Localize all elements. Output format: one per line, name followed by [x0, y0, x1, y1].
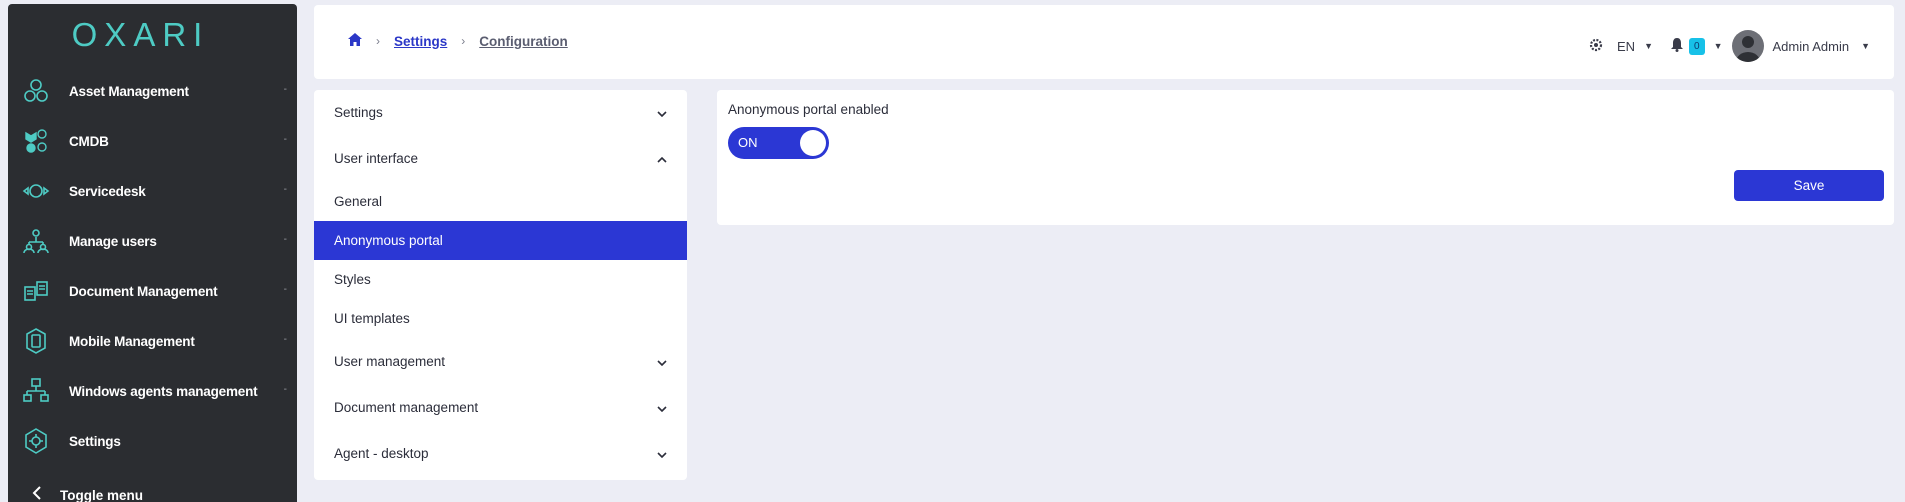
menu-group-label: Document management	[334, 399, 479, 415]
sidebar-item-label: Manage users	[69, 233, 157, 249]
language-selector[interactable]: EN	[1617, 39, 1635, 54]
breadcrumb-settings-link[interactable]: Settings	[394, 34, 447, 49]
home-icon[interactable]	[348, 33, 362, 49]
chevron-up-icon	[657, 151, 667, 166]
menu-group-user-interface[interactable]: User interface	[314, 135, 687, 182]
oxari-logo[interactable]: OXARI	[8, 4, 297, 66]
breadcrumb-configuration-link[interactable]: Configuration	[479, 34, 567, 49]
caret-down-icon[interactable]: ▼	[1644, 41, 1653, 51]
expand-indicator: -	[283, 134, 287, 145]
users-hierarchy-icon	[21, 226, 51, 256]
sidebar-item-servicedesk[interactable]: Servicedesk -	[8, 166, 297, 216]
headset-icon	[21, 176, 51, 206]
expand-indicator: -	[283, 334, 287, 345]
breadcrumb-separator: ›	[376, 34, 380, 48]
menu-item-ui-templates[interactable]: UI templates	[314, 299, 687, 338]
chevron-down-icon	[657, 446, 667, 461]
gear-hex-icon	[21, 426, 51, 456]
toggle-menu-button[interactable]: Toggle menu	[8, 482, 297, 502]
menu-group-document-management[interactable]: Document management	[314, 384, 687, 430]
menu-item-label: Styles	[334, 272, 371, 287]
sidebar-item-label: Servicedesk	[69, 183, 146, 199]
anonymous-portal-settings-panel: Anonymous portal enabled ON Save	[717, 90, 1894, 225]
toggle-state-text: ON	[738, 135, 758, 150]
sidebar-item-cmdb[interactable]: CMDB -	[8, 116, 297, 166]
save-button[interactable]: Save	[1734, 170, 1884, 201]
breadcrumb: › Settings › Configuration	[348, 33, 568, 49]
notification-count-badge[interactable]: 0	[1689, 37, 1705, 55]
sidebar-item-label: CMDB	[69, 133, 109, 149]
menu-group-label: Agent - desktop	[334, 445, 429, 461]
toggle-knob	[800, 130, 826, 156]
header-actions: EN ▼ 0 ▼ Admin Admin ▼	[1589, 30, 1870, 62]
menu-group-label: User interface	[334, 151, 419, 166]
menu-item-general[interactable]: General	[314, 182, 687, 221]
expand-indicator: -	[283, 184, 287, 195]
menu-group-user-management[interactable]: User management	[314, 338, 687, 384]
user-name[interactable]: Admin Admin	[1772, 39, 1849, 54]
top-header: › Settings › Configuration EN ▼ 0 ▼ Admi…	[314, 5, 1894, 79]
anonymous-portal-toggle[interactable]: ON	[728, 127, 829, 159]
caret-down-icon[interactable]: ▼	[1714, 41, 1723, 51]
gear-icon[interactable]	[1589, 38, 1603, 55]
expand-indicator: -	[283, 384, 287, 395]
hexagon-cluster-icon	[21, 76, 51, 106]
menu-group-settings[interactable]: Settings	[314, 90, 687, 135]
expand-indicator: -	[283, 234, 287, 245]
avatar[interactable]	[1732, 30, 1765, 62]
caret-down-icon[interactable]: ▼	[1861, 41, 1870, 51]
anonymous-portal-enabled-label: Anonymous portal enabled	[728, 102, 889, 117]
menu-item-label: General	[334, 194, 383, 209]
menu-group-label: User management	[334, 353, 446, 369]
bell-icon[interactable]	[1671, 37, 1683, 55]
cmdb-nodes-icon	[21, 126, 51, 156]
network-tree-icon	[21, 376, 51, 406]
expand-indicator: -	[283, 84, 287, 95]
menu-item-styles[interactable]: Styles	[314, 260, 687, 299]
sidebar-item-label: Settings	[69, 433, 121, 449]
sidebar-item-label: Mobile Management	[69, 333, 195, 349]
menu-group-agent-desktop[interactable]: Agent - desktop	[314, 430, 687, 476]
chevron-left-icon	[32, 485, 42, 502]
toggle-menu-label: Toggle menu	[60, 487, 143, 502]
chevron-down-icon	[657, 400, 667, 415]
menu-item-label: Anonymous portal	[334, 233, 443, 248]
menu-group-label: Settings	[334, 105, 383, 120]
documents-icon	[21, 276, 51, 306]
mobile-icon	[21, 326, 51, 356]
sidebar-item-manage-users[interactable]: Manage users -	[8, 216, 297, 266]
breadcrumb-separator: ›	[461, 34, 466, 48]
sidebar-item-asset-management[interactable]: Asset Management -	[8, 66, 297, 116]
sidebar-item-label: Document Management	[69, 283, 218, 299]
chevron-down-icon	[657, 105, 667, 120]
logo-text: OXARI	[71, 16, 210, 53]
sidebar-item-mobile-management[interactable]: Mobile Management -	[8, 316, 297, 366]
sidebar-item-windows-agents-management[interactable]: Windows agents management -	[8, 366, 297, 416]
chevron-down-icon	[657, 354, 667, 369]
sidebar-item-document-management[interactable]: Document Management -	[8, 266, 297, 316]
expand-indicator: -	[283, 284, 287, 295]
sidebar-item-label: Windows agents management	[69, 383, 258, 399]
settings-menu-panel: Settings User interface General Anonymou…	[314, 90, 687, 480]
sidebar: OXARI Asset Management - CMDB - Serviced…	[8, 4, 297, 502]
menu-item-anonymous-portal[interactable]: Anonymous portal	[314, 221, 687, 260]
sidebar-item-label: Asset Management	[69, 83, 189, 99]
sidebar-item-settings[interactable]: Settings	[8, 416, 297, 466]
menu-item-label: UI templates	[334, 311, 410, 326]
